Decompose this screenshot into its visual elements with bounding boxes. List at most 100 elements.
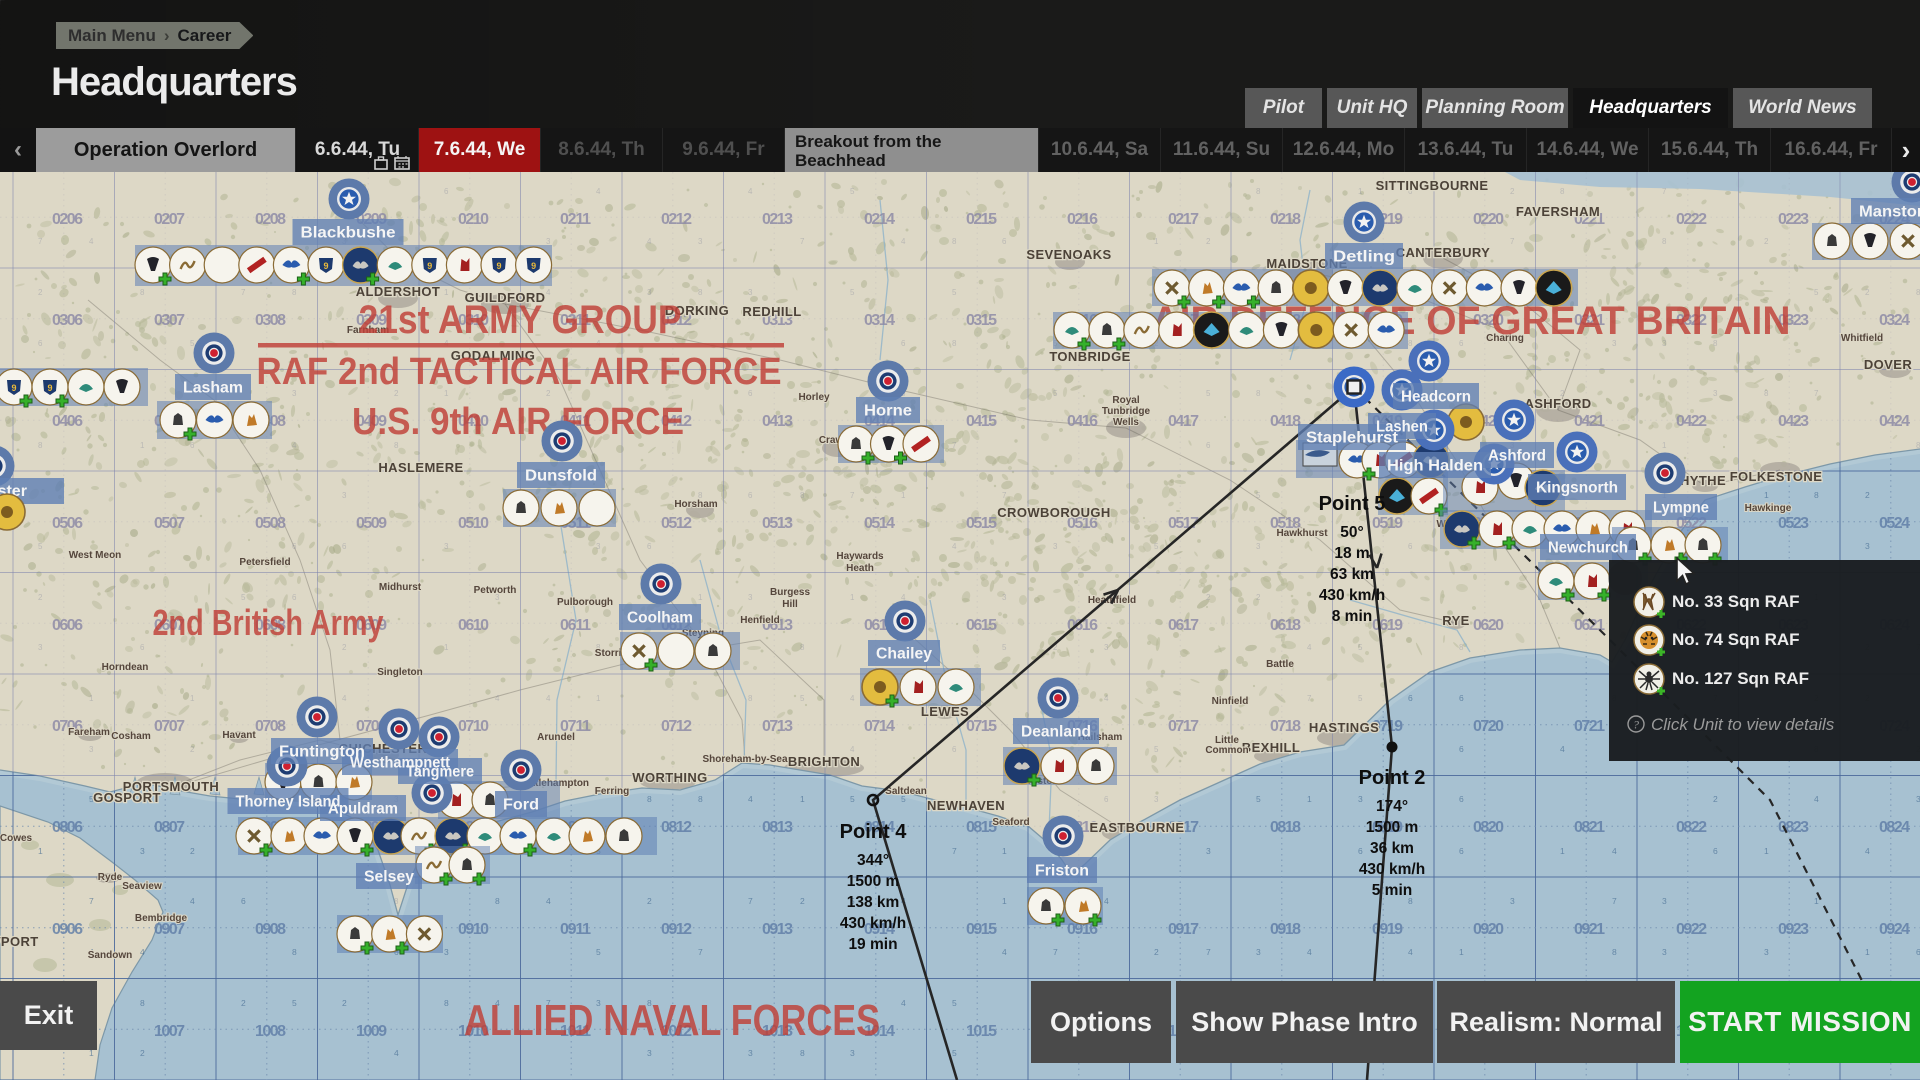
svg-text:2: 2 xyxy=(140,1048,145,1058)
svg-text:8: 8 xyxy=(748,694,753,703)
svg-text:Point 2: Point 2 xyxy=(1359,767,1426,789)
svg-text:1: 1 xyxy=(190,694,195,703)
svg-text:Cosham: Cosham xyxy=(111,731,151,742)
svg-text:4: 4 xyxy=(546,896,551,906)
svg-text:Deanland: Deanland xyxy=(1021,724,1091,741)
svg-text:Hawkhurst: Hawkhurst xyxy=(1276,528,1328,539)
svg-text:5: 5 xyxy=(1358,643,1363,652)
svg-text:Westhampnett: Westhampnett xyxy=(350,755,451,772)
svg-text:0617: 0617 xyxy=(1168,617,1199,634)
svg-text:Coolham: Coolham xyxy=(627,610,693,627)
svg-text:0218: 0218 xyxy=(1270,211,1301,228)
svg-text:0214: 0214 xyxy=(864,211,895,228)
svg-text:1007: 1007 xyxy=(154,1023,185,1040)
svg-text:Horley: Horley xyxy=(798,392,830,403)
svg-text:0424: 0424 xyxy=(1879,413,1910,430)
svg-text:1: 1 xyxy=(1002,896,1007,906)
svg-text:0923: 0923 xyxy=(1778,921,1809,938)
svg-text:7: 7 xyxy=(698,947,703,957)
svg-text:0915: 0915 xyxy=(966,921,997,938)
svg-text:7: 7 xyxy=(1510,237,1515,246)
svg-text:0918: 0918 xyxy=(1270,921,1301,938)
svg-text:5: 5 xyxy=(292,998,297,1008)
svg-text:0508: 0508 xyxy=(255,515,286,532)
svg-text:Seaview: Seaview xyxy=(122,881,162,892)
svg-text:430 km/h: 430 km/h xyxy=(1319,587,1385,604)
svg-text:8: 8 xyxy=(1256,389,1261,398)
svg-text:0610: 0610 xyxy=(458,617,489,634)
svg-text:1: 1 xyxy=(1814,896,1819,906)
svg-text:GOSPORT: GOSPORT xyxy=(93,790,161,805)
svg-text:8 min: 8 min xyxy=(1332,608,1372,625)
svg-text:8: 8 xyxy=(38,441,43,450)
svg-text:4: 4 xyxy=(901,237,906,246)
svg-text:Headcorn: Headcorn xyxy=(1401,389,1471,406)
svg-text:1: 1 xyxy=(1002,846,1007,856)
svg-text:1: 1 xyxy=(1865,947,1870,957)
svg-text:2: 2 xyxy=(1713,794,1718,804)
svg-text:3: 3 xyxy=(1358,794,1363,804)
svg-text:1: 1 xyxy=(1764,846,1769,856)
svg-text:0718: 0718 xyxy=(1270,718,1301,735)
svg-text:2: 2 xyxy=(38,593,43,602)
svg-text:Lympne: Lympne xyxy=(1653,500,1709,517)
svg-text:0324: 0324 xyxy=(1879,312,1910,329)
svg-text:3: 3 xyxy=(698,237,703,246)
svg-text:2: 2 xyxy=(190,846,195,856)
svg-text:3: 3 xyxy=(1662,896,1667,906)
svg-text:0315: 0315 xyxy=(966,312,997,329)
svg-text:5: 5 xyxy=(952,998,957,1008)
svg-text:Ryde: Ryde xyxy=(98,872,123,883)
svg-text:36 km: 36 km xyxy=(1370,840,1414,857)
svg-text:18 m: 18 m xyxy=(1334,545,1369,562)
svg-text:1: 1 xyxy=(698,593,703,602)
svg-text:63 km: 63 km xyxy=(1330,566,1374,583)
svg-text:Royal: Royal xyxy=(1112,395,1139,406)
svg-text:8: 8 xyxy=(1764,389,1769,398)
svg-text:3: 3 xyxy=(748,288,753,297)
svg-text:0824: 0824 xyxy=(1879,819,1910,836)
svg-text:5: 5 xyxy=(850,187,855,196)
svg-text:6: 6 xyxy=(1459,744,1464,754)
svg-text:0713: 0713 xyxy=(762,718,793,735)
svg-text:8: 8 xyxy=(698,288,703,297)
svg-text:0220: 0220 xyxy=(1473,211,1504,228)
svg-text:Horne: Horne xyxy=(864,403,912,420)
svg-text:Henfield: Henfield xyxy=(740,615,779,626)
svg-text:6: 6 xyxy=(1459,794,1464,804)
svg-text:Bembridge: Bembridge xyxy=(135,913,188,924)
svg-text:7: 7 xyxy=(800,237,805,246)
svg-text:8: 8 xyxy=(292,947,297,957)
svg-text:5: 5 xyxy=(241,593,246,602)
svg-text:REDHILL: REDHILL xyxy=(742,304,801,319)
svg-text:430 km/h: 430 km/h xyxy=(840,915,906,932)
svg-text:0906: 0906 xyxy=(52,921,83,938)
svg-text:CANTERBURY: CANTERBURY xyxy=(1396,245,1491,260)
svg-text:6: 6 xyxy=(1358,846,1363,856)
svg-text:6: 6 xyxy=(1459,846,1464,856)
svg-text:Point 4: Point 4 xyxy=(840,821,908,843)
svg-text:7: 7 xyxy=(1002,491,1007,500)
svg-text:6: 6 xyxy=(38,339,43,348)
svg-text:4: 4 xyxy=(546,694,551,703)
svg-text:0717: 0717 xyxy=(1168,718,1199,735)
svg-text:FOLKESTONE: FOLKESTONE xyxy=(1730,469,1823,484)
svg-text:4: 4 xyxy=(1002,947,1007,957)
svg-text:Thorney Island: Thorney Island xyxy=(236,794,341,811)
svg-text:8: 8 xyxy=(1459,643,1464,652)
svg-text:6: 6 xyxy=(1002,237,1007,246)
svg-text:4: 4 xyxy=(748,187,753,196)
svg-text:8: 8 xyxy=(1256,187,1261,196)
svg-text:0208: 0208 xyxy=(255,211,286,228)
svg-text:0211: 0211 xyxy=(560,211,591,228)
svg-text:0908: 0908 xyxy=(255,921,286,938)
svg-text:6: 6 xyxy=(748,491,753,500)
svg-text:3: 3 xyxy=(89,745,94,754)
svg-text:2: 2 xyxy=(647,896,652,906)
svg-text:No. 74 Sqn RAF: No. 74 Sqn RAF xyxy=(1672,630,1800,649)
svg-text:0519: 0519 xyxy=(1372,515,1403,532)
svg-text:TONBRIDGE: TONBRIDGE xyxy=(1049,349,1130,364)
svg-text:5: 5 xyxy=(1154,745,1159,754)
svg-text:5: 5 xyxy=(1002,643,1007,652)
svg-text:0523: 0523 xyxy=(1778,515,1809,532)
